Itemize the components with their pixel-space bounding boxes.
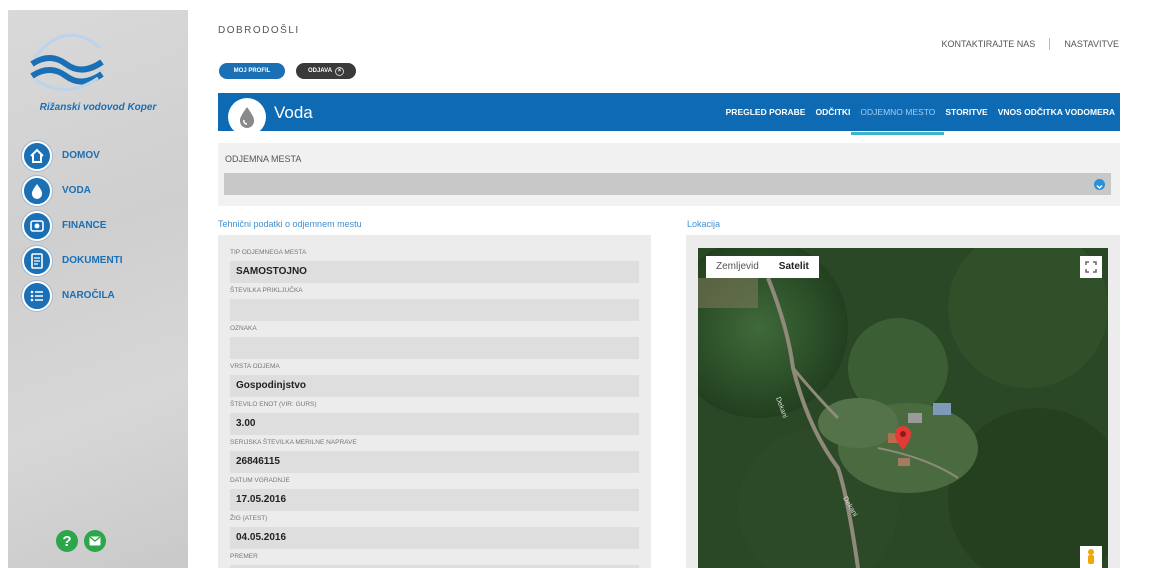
consumption-point-panel: ODJEMNA MESTA bbox=[218, 143, 1120, 206]
field-value bbox=[230, 299, 639, 321]
tab-vnos-odcitka[interactable]: VNOS ODČITKA VODOMERA bbox=[993, 93, 1120, 131]
field-value: SAMOSTOJNO bbox=[230, 261, 639, 283]
sidebar-item-label: DOMOV bbox=[62, 150, 100, 161]
document-icon bbox=[22, 245, 52, 276]
field-label: ŠTEVILKA PRIKLJUČKA bbox=[230, 287, 303, 294]
tab-odcitki[interactable]: ODČITKI bbox=[810, 93, 855, 131]
tech-details-panel: TIP ODJEMNEGA MESTA SAMOSTOJNO ŠTEVILKA … bbox=[218, 235, 651, 568]
top-links: KONTAKTIRAJTE NAS NASTAVITVE bbox=[941, 38, 1119, 50]
water-waves-logo-icon[interactable] bbox=[26, 28, 106, 92]
sidebar-item-label: FINANCE bbox=[62, 220, 107, 231]
sidebar-item-narocila[interactable]: NAROČILA bbox=[22, 278, 123, 313]
sidebar-item-label: NAROČILA bbox=[62, 290, 115, 301]
consumption-point-select[interactable] bbox=[224, 173, 1111, 195]
divider bbox=[1049, 38, 1051, 50]
satellite-imagery: Dekani Dekani bbox=[698, 248, 1108, 568]
field-label: PREMER bbox=[230, 553, 258, 560]
sidebar-item-domov[interactable]: DOMOV bbox=[22, 138, 123, 173]
water-drop-icon bbox=[228, 98, 266, 136]
sidebar: Rižanski vodovod Koper DOMOV VODA FINANC… bbox=[8, 10, 188, 568]
profile-button[interactable]: MOJ PROFIL bbox=[219, 63, 285, 79]
field-value: 17.05.2016 bbox=[230, 489, 639, 511]
map-type-satelit[interactable]: Satelit bbox=[769, 256, 819, 278]
fullscreen-icon[interactable] bbox=[1080, 256, 1102, 278]
logout-button[interactable]: ODJAVA × bbox=[296, 63, 356, 79]
field-serijska-stevilka: SERIJSKA ŠTEVILKA MERILNE NAPRAVE 268461… bbox=[230, 437, 639, 473]
field-label: VRSTA ODJEMA bbox=[230, 363, 280, 370]
sidebar-item-label: VODA bbox=[62, 185, 91, 196]
field-label: SERIJSKA ŠTEVILKA MERILNE NAPRAVE bbox=[230, 439, 357, 446]
sidebar-item-dokumenti[interactable]: DOKUMENTI bbox=[22, 243, 123, 278]
field-value bbox=[230, 337, 639, 359]
field-label: ŽIG (ATEST) bbox=[230, 515, 268, 522]
section-title: Voda bbox=[274, 103, 313, 122]
mail-icon[interactable] bbox=[84, 530, 106, 552]
bottom-icons: ? bbox=[56, 530, 106, 552]
satellite-map[interactable]: Dekani Dekani Zemljevid Satelit bbox=[698, 248, 1108, 568]
sidebar-item-label: DOKUMENTI bbox=[62, 255, 123, 266]
map-marker-icon[interactable] bbox=[895, 426, 911, 450]
map-type-toggle: Zemljevid Satelit bbox=[706, 256, 819, 278]
logout-label: ODJAVA bbox=[307, 68, 333, 74]
settings-link[interactable]: NASTAVITVE bbox=[1064, 39, 1119, 49]
field-label: TIP ODJEMNEGA MESTA bbox=[230, 249, 307, 256]
field-label: OZNAKA bbox=[230, 325, 257, 332]
order-list-icon bbox=[22, 280, 52, 311]
tab-bar: PREGLED PORABE ODČITKI ODJEMNO MESTO STO… bbox=[721, 93, 1120, 135]
field-vrsta-odjema: VRSTA ODJEMA Gospodinjstvo bbox=[230, 361, 639, 397]
street-view-pegman-icon[interactable] bbox=[1080, 546, 1102, 568]
field-stevilo-enot: ŠTEVILO ENOT (VIR: GURS) 3.00 bbox=[230, 399, 639, 435]
sidebar-item-finance[interactable]: FINANCE bbox=[22, 208, 123, 243]
tab-storitve[interactable]: STORITVE bbox=[940, 93, 992, 131]
sidebar-nav: DOMOV VODA FINANCE DOKUMENTI NAROČILA bbox=[22, 138, 123, 313]
help-icon[interactable]: ? bbox=[56, 530, 78, 552]
water-drop-icon bbox=[22, 175, 52, 206]
field-oznaka: OZNAKA bbox=[230, 323, 639, 359]
field-label: DATUM VGRADNJE bbox=[230, 477, 290, 484]
sidebar-item-voda[interactable]: VODA bbox=[22, 173, 123, 208]
field-tip: TIP ODJEMNEGA MESTA SAMOSTOJNO bbox=[230, 247, 639, 283]
tab-odjemno-mesto[interactable]: ODJEMNO MESTO bbox=[851, 93, 945, 135]
tech-section-title: Tehnični podatki o odjemnem mestu bbox=[218, 219, 362, 229]
location-section-title: Lokacija bbox=[687, 219, 721, 229]
tab-pregled-porabe[interactable]: PREGLED PORABE bbox=[721, 93, 811, 131]
location-panel: Dekani Dekani Zemljevid Satelit bbox=[686, 235, 1120, 568]
field-value: 26846115 bbox=[230, 451, 639, 473]
field-stevilka-prikljucka: ŠTEVILKA PRIKLJUČKA bbox=[230, 285, 639, 321]
field-datum-vgradnje: DATUM VGRADNJE 17.05.2016 bbox=[230, 475, 639, 511]
map-type-zemljevid[interactable]: Zemljevid bbox=[706, 256, 769, 278]
field-value: Gospodinjstvo bbox=[230, 375, 639, 397]
field-label: ŠTEVILO ENOT (VIR: GURS) bbox=[230, 401, 317, 408]
section-header-bar: Voda PREGLED PORABE ODČITKI ODJEMNO MEST… bbox=[218, 93, 1120, 136]
welcome-text: DOBRODOŠLI bbox=[218, 25, 300, 36]
coins-icon bbox=[22, 210, 52, 241]
field-value: 3.00 bbox=[230, 413, 639, 435]
chevron-down-icon bbox=[1094, 179, 1105, 190]
close-icon: × bbox=[335, 66, 345, 76]
brand-name: Rižanski vodovod Koper bbox=[39, 102, 157, 113]
contact-link[interactable]: KONTAKTIRAJTE NAS bbox=[941, 39, 1035, 49]
field-zig: ŽIG (ATEST) 04.05.2016 bbox=[230, 513, 639, 549]
home-icon bbox=[22, 140, 52, 171]
field-premer: PREMER bbox=[230, 551, 639, 568]
consumption-point-label: ODJEMNA MESTA bbox=[225, 154, 302, 164]
field-value: 04.05.2016 bbox=[230, 527, 639, 549]
